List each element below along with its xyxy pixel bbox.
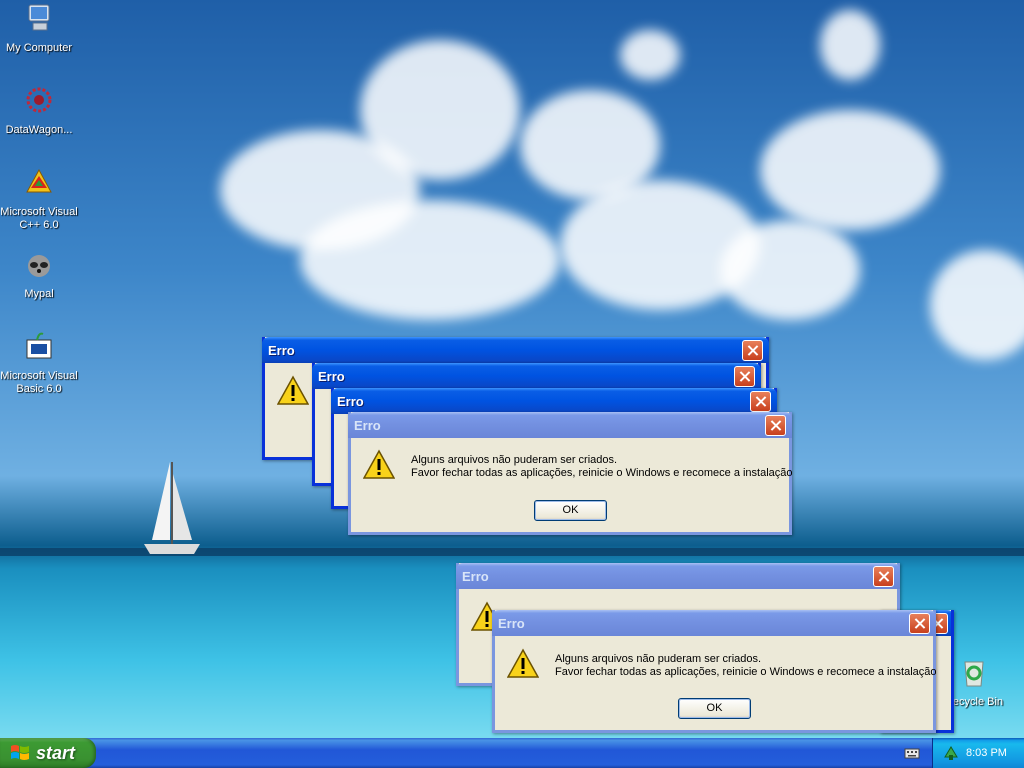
datawagon-icon: [26, 87, 52, 113]
desktop-icon-label: DataWagon...: [5, 124, 73, 136]
visual-cpp-icon: [26, 168, 52, 193]
dialog-title: Erro: [318, 368, 345, 384]
clock[interactable]: 8:03 PM: [966, 747, 1007, 759]
error-dialog: Erro Alguns arquivos não puderam ser cri…: [492, 610, 937, 733]
dialog-title: Erro: [337, 393, 364, 409]
start-label: start: [36, 742, 76, 763]
dialog-message-line2: Favor fechar todas as aplicações, reinic…: [411, 467, 793, 479]
desktop-icon-my-computer[interactable]: My Computer: [0, 2, 78, 55]
dialog-titlebar[interactable]: Erro: [492, 610, 936, 636]
network-icon[interactable]: [943, 745, 959, 761]
warning-icon: [507, 648, 539, 678]
sailboat-image: [144, 462, 200, 554]
dialog-title: Erro: [498, 615, 525, 631]
close-button[interactable]: [734, 365, 755, 387]
dialog-titlebar[interactable]: Erro: [331, 388, 777, 414]
warning-icon: [277, 375, 309, 405]
dialog-message-line2: Favor fechar todas as aplicações, reinic…: [555, 666, 937, 678]
desktop-icon-label: Microsoft Visual C++ 6.0: [0, 206, 78, 231]
computer-icon: [28, 4, 50, 31]
system-tray: 8:03 PM: [932, 738, 1024, 768]
close-button[interactable]: [750, 390, 771, 412]
desktop-icon-mypal[interactable]: Mypal: [0, 248, 78, 301]
ok-button[interactable]: OK: [678, 698, 751, 719]
close-button[interactable]: [909, 612, 930, 634]
dialog-title: Erro: [462, 568, 489, 584]
close-button[interactable]: [873, 565, 894, 587]
desktop-icon-visual-basic[interactable]: Microsoft Visual Basic 6.0: [0, 330, 78, 396]
desktop-icon-datawagon[interactable]: DataWagon...: [0, 84, 78, 137]
recycle-bin-icon: [964, 661, 984, 687]
desktop-icon-label: Mypal: [24, 288, 54, 300]
dialog-message-line1: Alguns arquivos não puderam ser criados.: [555, 653, 762, 665]
dialog-titlebar[interactable]: Erro: [348, 412, 792, 438]
dialog-message-line1: Alguns arquivos não puderam ser criados.: [411, 454, 618, 466]
error-dialog: Erro Alguns arquivos não puderam ser cri…: [348, 412, 793, 535]
dialog-titlebar[interactable]: Erro: [456, 563, 900, 589]
desktop-icon-label: My Computer: [5, 42, 73, 54]
close-button[interactable]: [765, 414, 786, 436]
keyboard-icon[interactable]: [904, 746, 920, 760]
desktop-icon-label: Microsoft Visual Basic 6.0: [0, 370, 78, 395]
dialog-titlebar[interactable]: Erro: [312, 363, 761, 389]
dialog-title: Erro: [268, 342, 295, 358]
close-button[interactable]: [742, 339, 763, 361]
visual-basic-icon: [26, 332, 52, 359]
desktop-icon-visual-cpp[interactable]: Microsoft Visual C++ 6.0: [0, 166, 78, 232]
taskbar: start 8:03 PM: [0, 738, 1024, 768]
start-button[interactable]: start: [0, 738, 96, 768]
dialog-title: Erro: [354, 417, 381, 433]
warning-icon: [363, 449, 395, 479]
dialog-titlebar[interactable]: Erro: [262, 337, 769, 363]
raccoon-icon: [28, 255, 50, 277]
ok-button[interactable]: OK: [534, 500, 607, 521]
windows-logo-icon: [11, 745, 29, 760]
